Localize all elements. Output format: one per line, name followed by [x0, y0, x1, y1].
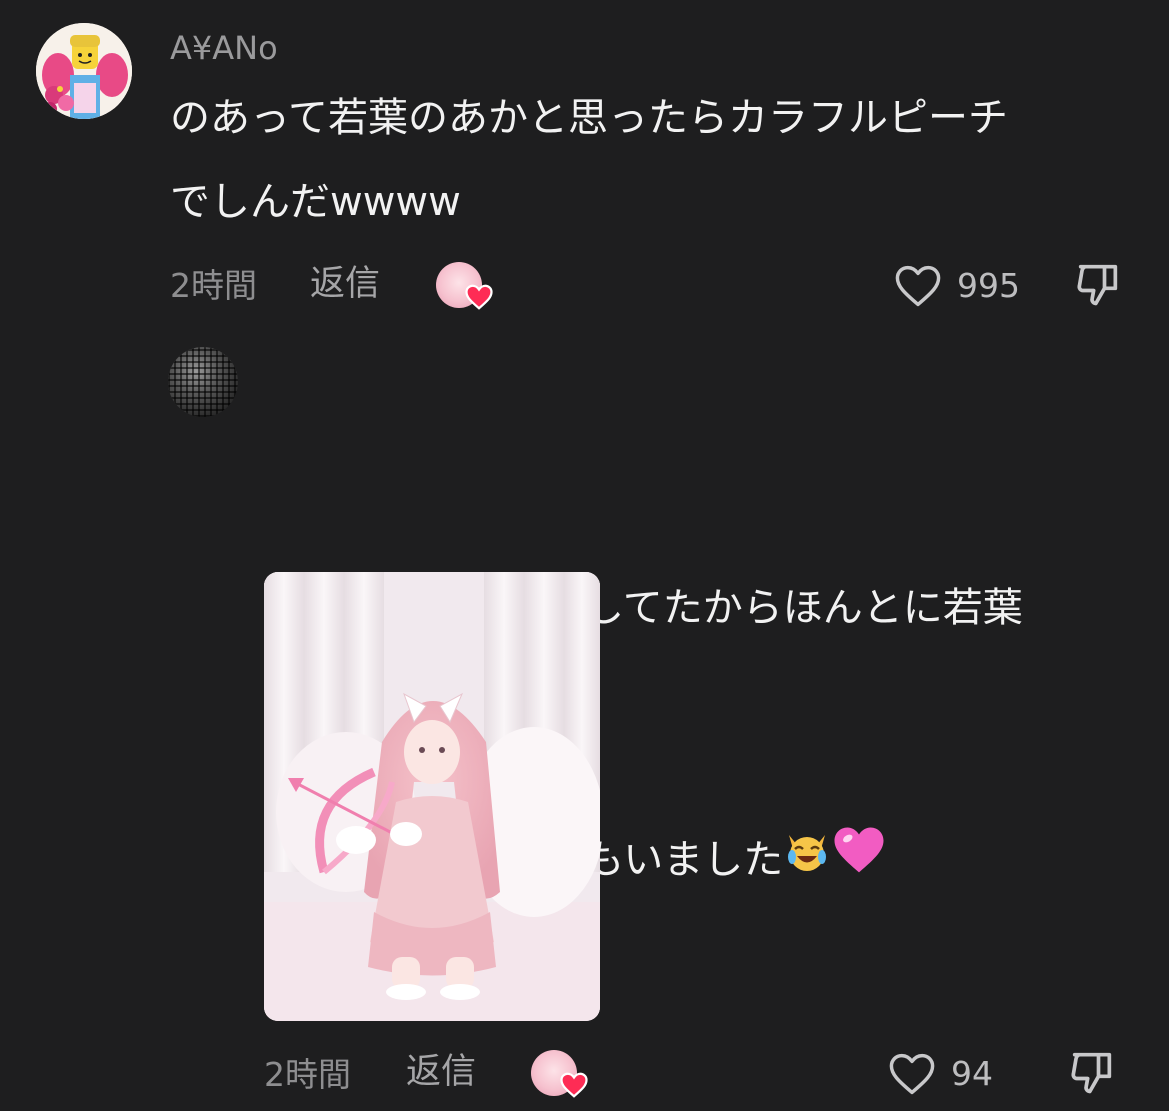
reply-reply-button[interactable]: 返信	[406, 1052, 476, 1092]
reply-like-heart-icon[interactable]	[886, 1048, 938, 1100]
reply-creator-heart-icon	[560, 1072, 588, 1098]
heart-icon	[465, 284, 493, 310]
replier-avatar[interactable]	[168, 347, 238, 417]
reply-button[interactable]: 返信	[310, 264, 380, 304]
dislike-icon[interactable]	[1072, 258, 1124, 310]
reply-like-count: 94	[951, 1054, 993, 1093]
commenter-username[interactable]: A¥ANo	[170, 28, 278, 68]
like-heart-icon[interactable]	[892, 260, 944, 312]
crying-laughing-cat-emoji-icon	[783, 820, 831, 904]
reply-creator-liked-badge	[531, 1050, 591, 1102]
reply-dislike-icon[interactable]	[1066, 1046, 1118, 1098]
commenter-avatar[interactable]	[36, 23, 132, 119]
pink-heart-icon	[831, 820, 887, 904]
comment-text: のあって若葉のあかと思ったらカラフルピーチ でしんだwwww	[170, 95, 1008, 225]
like-count: 995	[957, 266, 1020, 305]
comment-timestamp: 2時間	[170, 266, 257, 305]
cosplay-photo-image	[264, 572, 600, 1021]
creator-liked-badge	[436, 262, 496, 314]
reply-attached-photo[interactable]	[264, 572, 600, 1021]
reply-timestamp: 2時間	[264, 1055, 351, 1094]
